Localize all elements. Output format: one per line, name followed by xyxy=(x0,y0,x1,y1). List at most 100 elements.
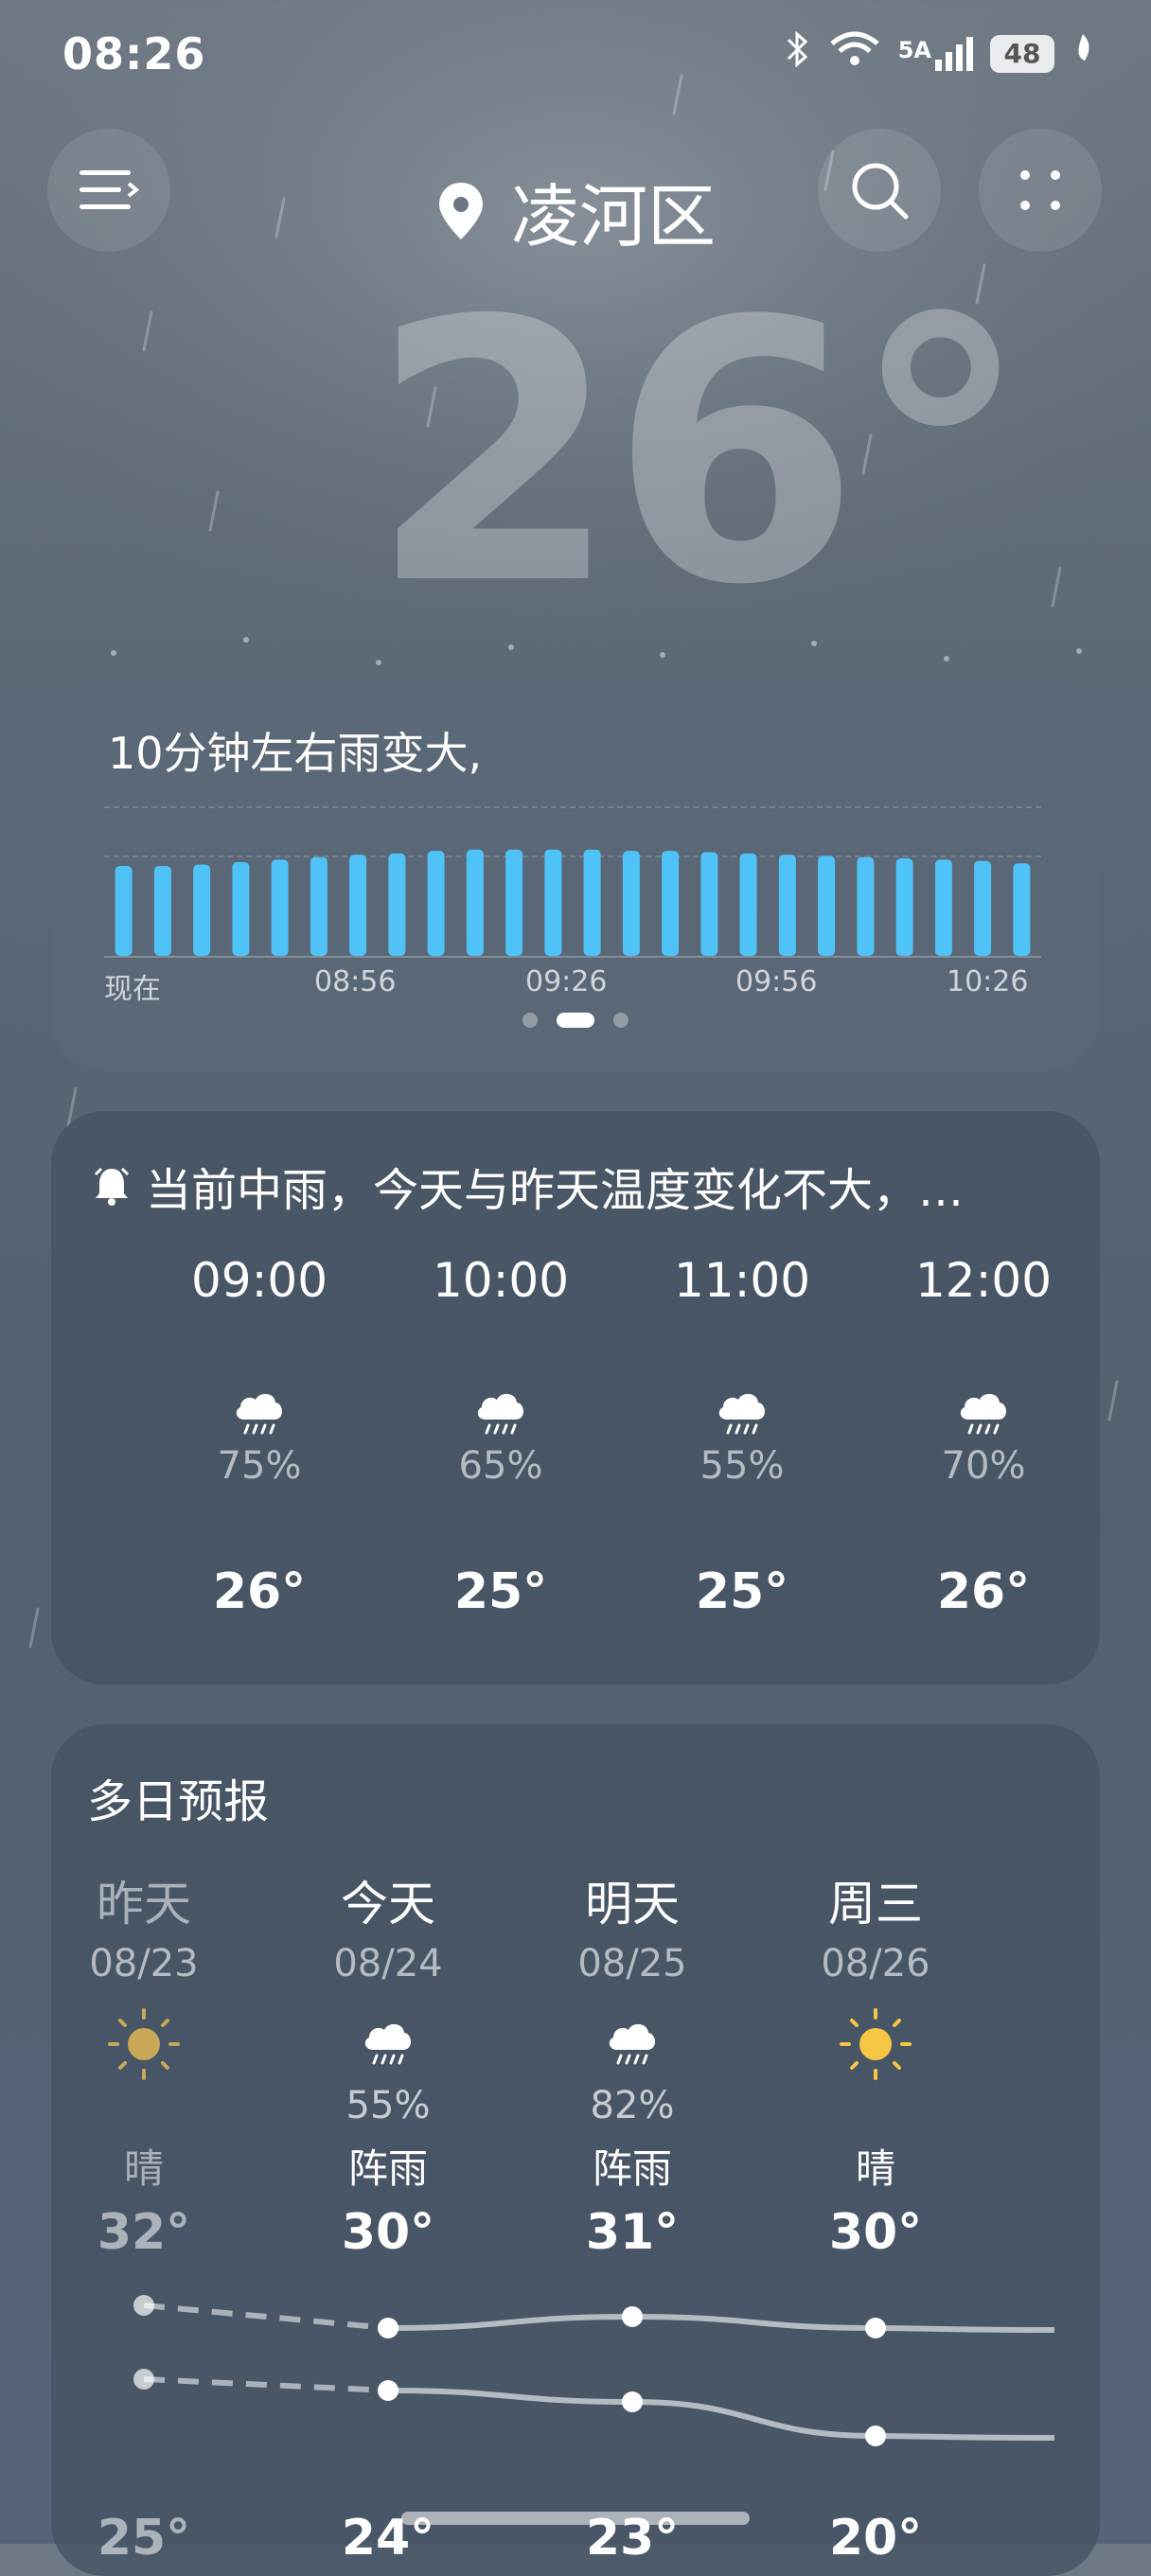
hour-item[interactable]: 09:00 75% 26° xyxy=(155,1253,363,1620)
hour-precip: 70% xyxy=(941,1444,1026,1488)
bluetooth-icon xyxy=(783,30,811,77)
precip-bar xyxy=(583,849,601,956)
precip-bar xyxy=(778,855,796,956)
hour-temp: 25° xyxy=(453,1563,548,1620)
low-temp-point xyxy=(378,2380,398,2401)
rain-cloud-icon xyxy=(364,2023,411,2065)
hour-temp: 25° xyxy=(695,1563,789,1620)
grid-line xyxy=(104,806,1041,808)
precip-bar xyxy=(427,851,445,956)
day-name: 昨天 xyxy=(97,1877,191,1932)
precip-bar xyxy=(505,849,523,956)
clock: 08:26 xyxy=(62,28,206,79)
signal-icon: 5A xyxy=(897,36,973,71)
page-dot[interactable] xyxy=(613,1013,629,1028)
search-icon xyxy=(852,163,909,220)
day-icon xyxy=(30,2004,257,2084)
axis-label: 10:26 xyxy=(947,965,1029,998)
precip-bar xyxy=(232,862,250,956)
page-dot-active[interactable] xyxy=(557,1013,594,1028)
hour-item[interactable]: 10:00 65% 25° xyxy=(397,1253,605,1620)
axis-label: 09:56 xyxy=(735,965,818,998)
hourly-forecast-card[interactable]: 当前中雨，今天与昨天温度变化不大，… 09:00 75% 26° 10:00 65% 25… xyxy=(51,1111,1100,1685)
hour-temp: 26° xyxy=(212,1563,307,1620)
hour-time: 12:00 xyxy=(914,1253,1053,1308)
precip-bar xyxy=(974,860,992,956)
hour-item[interactable]: 12:00 70% 26° xyxy=(879,1253,1088,1620)
page-indicator[interactable] xyxy=(51,1013,1100,1028)
hour-precip: 65% xyxy=(458,1444,543,1488)
high-temp-point xyxy=(622,2306,643,2327)
day-name: 今天 xyxy=(341,1877,435,1932)
precip-bar xyxy=(818,856,836,956)
hour-temp: 26° xyxy=(936,1563,1031,1620)
daily-forecast-card[interactable]: 多日预报 昨天 08/23 晴 32° 25° 今天 08/24 55% 阵雨 30° 24° 明天 0… xyxy=(51,1724,1100,2576)
day-condition: 晴 xyxy=(123,2145,164,2192)
location-pin-icon xyxy=(438,182,483,239)
precipitation-card[interactable]: 10分钟左右雨变大, 现在 08:56 09:26 09:56 10:26 xyxy=(51,679,1100,1071)
precip-bar xyxy=(193,864,211,956)
precip-bar xyxy=(115,866,133,956)
day-date: 08/23 xyxy=(89,1942,199,1985)
hour-precip: 75% xyxy=(217,1444,302,1488)
day-condition: 晴 xyxy=(855,2145,895,2192)
day-low: 25° xyxy=(97,2510,191,2567)
precip-bar xyxy=(271,859,289,956)
network-type: 5A xyxy=(897,36,931,63)
hour-item[interactable]: 11:00 55% 25° xyxy=(638,1253,846,1620)
precip-bar xyxy=(700,852,718,956)
precip-bar xyxy=(349,855,367,956)
low-temp-point xyxy=(865,2426,886,2446)
hour-time: 10:00 xyxy=(432,1253,570,1308)
sun-icon xyxy=(108,2008,180,2080)
hour-icon xyxy=(638,1387,846,1444)
alert-bell-icon xyxy=(94,1167,130,1206)
precip-bar xyxy=(466,849,484,956)
day-precip: 82% xyxy=(590,2084,675,2127)
high-temp-point xyxy=(133,2295,154,2316)
day-condition: 阵雨 xyxy=(592,2145,672,2192)
home-indicator[interactable] xyxy=(401,2512,750,2525)
precip-bar xyxy=(388,853,406,956)
battery-icon: 48 xyxy=(990,34,1054,73)
more-button[interactable] xyxy=(979,129,1102,252)
leaf-icon xyxy=(1071,32,1094,75)
day-high: 32° xyxy=(97,2204,191,2261)
rain-cloud-icon xyxy=(236,1393,282,1435)
day-precip xyxy=(762,2084,989,2131)
precip-message: 10分钟左右雨变大, xyxy=(108,728,483,779)
search-button[interactable] xyxy=(818,129,941,252)
status-icons: 5A 48 xyxy=(783,30,1094,77)
hour-icon xyxy=(879,1387,1088,1444)
day-name: 明天 xyxy=(585,1877,680,1932)
day-icon xyxy=(519,2004,746,2084)
axis-label: 08:56 xyxy=(314,965,397,998)
precip-bar xyxy=(662,851,680,956)
day-item[interactable]: 今天 08/24 55% 阵雨 30° xyxy=(274,1866,502,2261)
precip-bar xyxy=(622,851,640,956)
more-icon xyxy=(1020,170,1060,210)
precip-bar xyxy=(934,859,952,956)
wifi-icon xyxy=(828,30,881,77)
baseline xyxy=(104,956,1041,958)
low-temp-line xyxy=(387,2388,1055,2441)
page-dot[interactable] xyxy=(522,1013,538,1028)
precip-bar xyxy=(310,856,328,956)
precip-bar xyxy=(544,849,562,956)
day-item[interactable]: 昨天 08/23 晴 32° xyxy=(30,1866,257,2261)
precip-bar xyxy=(857,856,875,956)
high-temp-past-segment xyxy=(143,2303,389,2331)
daily-title: 多日预报 xyxy=(87,1775,270,1828)
precip-bar xyxy=(739,853,757,956)
hour-icon xyxy=(155,1387,363,1444)
high-temp-point xyxy=(865,2318,886,2338)
day-date: 08/26 xyxy=(821,1942,930,1985)
hour-precip: 55% xyxy=(699,1444,785,1488)
day-low: 20° xyxy=(828,2510,923,2567)
axis-label-now: 现在 xyxy=(104,973,161,1006)
day-item[interactable]: 明天 08/25 82% 阵雨 31° xyxy=(519,1866,746,2261)
day-item[interactable]: 周三 08/26 晴 30° xyxy=(762,1866,989,2261)
hour-time: 11:00 xyxy=(673,1253,811,1308)
day-condition: 阵雨 xyxy=(347,2145,428,2192)
low-temp-point xyxy=(622,2391,643,2412)
